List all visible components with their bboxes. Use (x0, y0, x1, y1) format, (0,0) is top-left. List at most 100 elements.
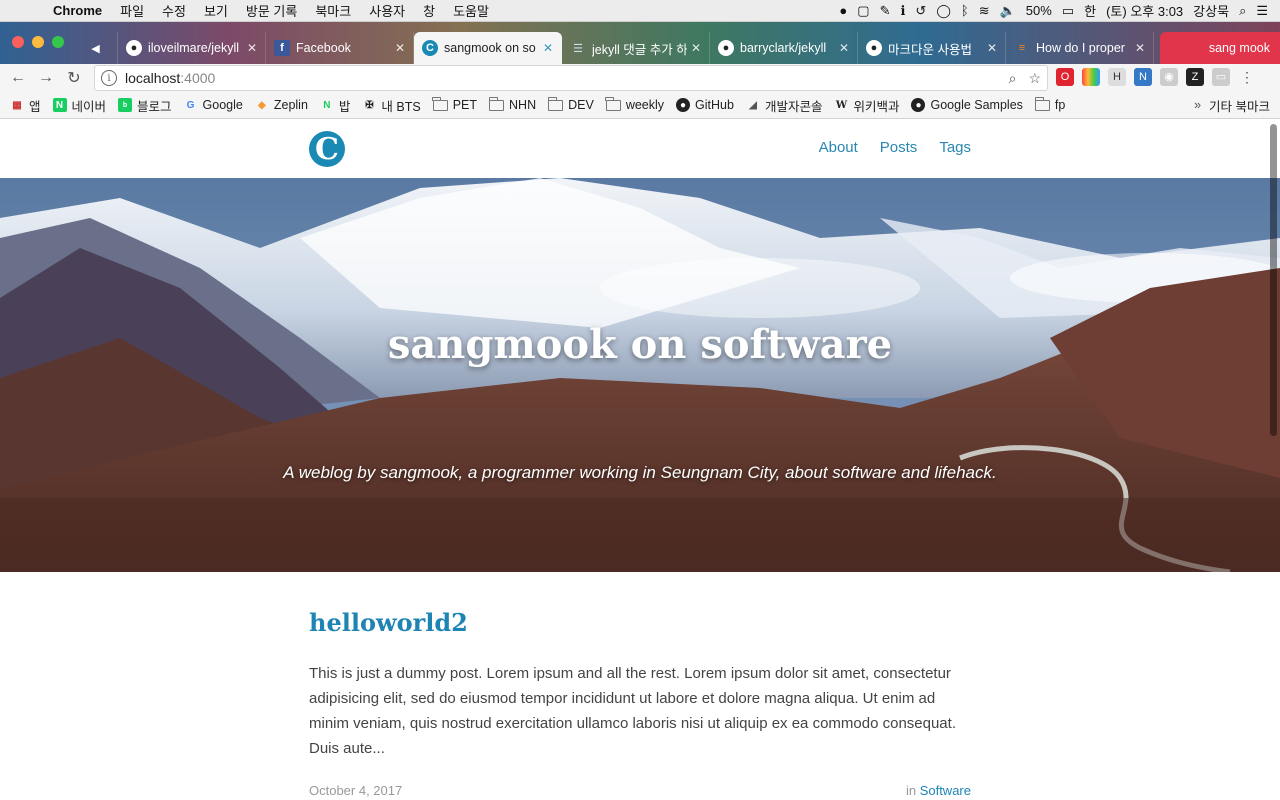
stackoverflow-icon: ≡ (1018, 42, 1026, 54)
nav-about-link[interactable]: About (819, 139, 858, 156)
close-window-button[interactable] (12, 36, 24, 48)
post-title[interactable]: helloworld2 (309, 608, 971, 637)
colorzilla-icon[interactable] (1082, 68, 1100, 86)
notification-icon[interactable]: ● (839, 3, 847, 18)
menu-chrome[interactable]: Chrome (44, 3, 111, 18)
bookmark-star-icon[interactable]: ☆ (1028, 70, 1041, 87)
tab-stackoverflow[interactable]: ≡ How do I proper ✕ (1006, 32, 1154, 64)
post-category-link[interactable]: Software (920, 783, 971, 798)
address-bar[interactable]: i localhost:4000 ⌕ ☆ (94, 65, 1048, 91)
tab-title: How do I proper (1036, 41, 1125, 55)
page-scrollbar[interactable] (1270, 124, 1277, 436)
back-icon[interactable]: ← (4, 69, 32, 87)
github-icon: ● (911, 98, 926, 112)
wikipedia-icon: W (835, 99, 848, 111)
site-c-icon: C (422, 40, 438, 56)
bookmark-label: NHN (509, 98, 537, 112)
bookmark-github[interactable]: ● GitHub (676, 98, 734, 112)
bookmark-zeplin[interactable]: ◆ Zeplin (255, 98, 308, 112)
console-icon: ◢ (749, 99, 757, 111)
menu-window[interactable]: 창 (414, 1, 444, 20)
github-icon: ● (718, 40, 734, 56)
reload-icon[interactable]: ↻ (60, 68, 88, 88)
site-nav-links: About Posts Tags (819, 139, 971, 156)
window-controls (12, 36, 64, 48)
tabs: ◀︎ ● iloveilmare/jekyll ✕ f Facebook ✕ C… (80, 32, 1154, 64)
evernote-icon[interactable]: ✎ (880, 3, 891, 19)
nav-tags-link[interactable]: Tags (939, 139, 971, 156)
bluetooth-icon[interactable]: ᛒ (961, 3, 969, 18)
wifi-icon[interactable]: ≋ (979, 3, 990, 19)
close-tab-icon[interactable]: ✕ (1135, 41, 1145, 55)
camera-icon[interactable]: ◉ (1160, 68, 1178, 86)
bookmarks-overflow-button[interactable]: » (1194, 98, 1201, 112)
nav-posts-link[interactable]: Posts (880, 139, 918, 156)
site-info-icon[interactable]: i (101, 70, 117, 86)
bookmark-bap[interactable]: N밥 (320, 96, 350, 115)
tab-sangmook[interactable]: C sangmook on so ✕ (414, 32, 562, 64)
zoom-icon[interactable]: ⌕ (1009, 70, 1017, 87)
time-machine-icon[interactable]: ↺ (915, 3, 926, 19)
tab-markdown[interactable]: ● 마크다운 사용법 ✕ (858, 32, 1006, 64)
bookmark-pet[interactable]: PET (432, 96, 477, 112)
forward-icon[interactable]: → (32, 69, 60, 87)
other-bookmarks[interactable]: 기타 북마크 (1209, 96, 1270, 115)
menu-help[interactable]: 도움말 (444, 1, 498, 20)
profile-button[interactable]: sang mook (1160, 32, 1280, 64)
menu-view[interactable]: 보기 (195, 1, 237, 20)
bookmark-dev[interactable]: DEV (547, 96, 594, 112)
minimize-window-button[interactable] (32, 36, 44, 48)
bookmark-wikipedia[interactable]: W 위키백과 (834, 96, 900, 115)
clock[interactable]: (토) 오후 3:03 (1106, 1, 1183, 20)
bookmark-fp[interactable]: fp (1034, 96, 1065, 112)
github-icon: ● (866, 40, 882, 56)
info-icon[interactable]: ℹ (900, 3, 905, 19)
tab-barryclark[interactable]: ● barryclark/jekyll ✕ (710, 32, 858, 64)
close-tab-icon[interactable]: ✕ (247, 41, 257, 55)
volume-icon[interactable]: 🔈 (1000, 3, 1016, 19)
user-name[interactable]: 강상묵 (1193, 1, 1229, 20)
menu-history[interactable]: 방문 기록 (237, 1, 306, 20)
hj-icon[interactable]: H (1108, 68, 1126, 86)
bookmark-google[interactable]: G Google (184, 98, 243, 112)
input-source[interactable]: 한 (1084, 1, 1096, 20)
bookmark-dev-console[interactable]: ◢ 개발자콘솔 (746, 96, 822, 115)
opera-icon[interactable]: O (1056, 68, 1074, 86)
close-tab-icon[interactable]: ✕ (839, 41, 849, 55)
zotero-icon[interactable]: Z (1186, 68, 1204, 86)
bookmark-apps[interactable]: ▦ 앱 (10, 96, 40, 115)
tab-muted[interactable]: ◀︎ (80, 32, 118, 64)
battery-percent[interactable]: 50% (1026, 3, 1052, 18)
bookmark-nhn[interactable]: NHN (488, 96, 537, 112)
bookmark-label: DEV (568, 98, 594, 112)
bookmark-weekly[interactable]: weekly (605, 96, 664, 112)
bookmark-naver[interactable]: N 네이버 (52, 96, 106, 115)
tab-facebook[interactable]: f Facebook ✕ (266, 32, 414, 64)
chat-icon[interactable]: ◯ (936, 3, 951, 19)
tab-title: sangmook on so (444, 41, 536, 55)
close-tab-icon[interactable]: ✕ (987, 41, 997, 55)
menu-dots-icon[interactable]: ⋮ (1238, 68, 1256, 86)
tab-jekyll-comments[interactable]: ☰ jekyll 댓글 추가 하 ✕ (562, 32, 710, 64)
bookmark-google-samples[interactable]: ● Google Samples (911, 98, 1023, 112)
omnibox-actions: ⌕ ☆ (1009, 70, 1041, 87)
category-prefix: in (905, 783, 917, 798)
notification-center-icon[interactable]: ☰ (1256, 3, 1268, 19)
zoom-window-button[interactable] (52, 36, 64, 48)
tab-iloveilmare[interactable]: ● iloveilmare/jekyll ✕ (118, 32, 266, 64)
screen-icon[interactable]: ▢ (857, 3, 869, 19)
menu-edit[interactable]: 수정 (153, 1, 195, 20)
site-logo[interactable]: C (309, 131, 345, 167)
menu-bookmarks[interactable]: 북마크 (306, 1, 360, 20)
close-tab-icon[interactable]: ✕ (691, 41, 701, 55)
close-tab-icon[interactable]: ✕ (395, 41, 405, 55)
menu-file[interactable]: 파일 (111, 1, 153, 20)
menu-people[interactable]: 사용자 (360, 1, 414, 20)
bookmark-blog[interactable]: b 블로그 (118, 96, 172, 115)
cast-icon[interactable]: ▭ (1212, 68, 1230, 86)
close-tab-icon[interactable]: ✕ (543, 41, 553, 55)
naver-ext-icon[interactable]: N (1134, 68, 1152, 86)
spotlight-icon[interactable]: ⌕ (1239, 3, 1246, 19)
bookmark-bts[interactable]: ✠ 내 BTS (362, 96, 421, 115)
battery-icon[interactable]: ▭ (1062, 3, 1074, 19)
